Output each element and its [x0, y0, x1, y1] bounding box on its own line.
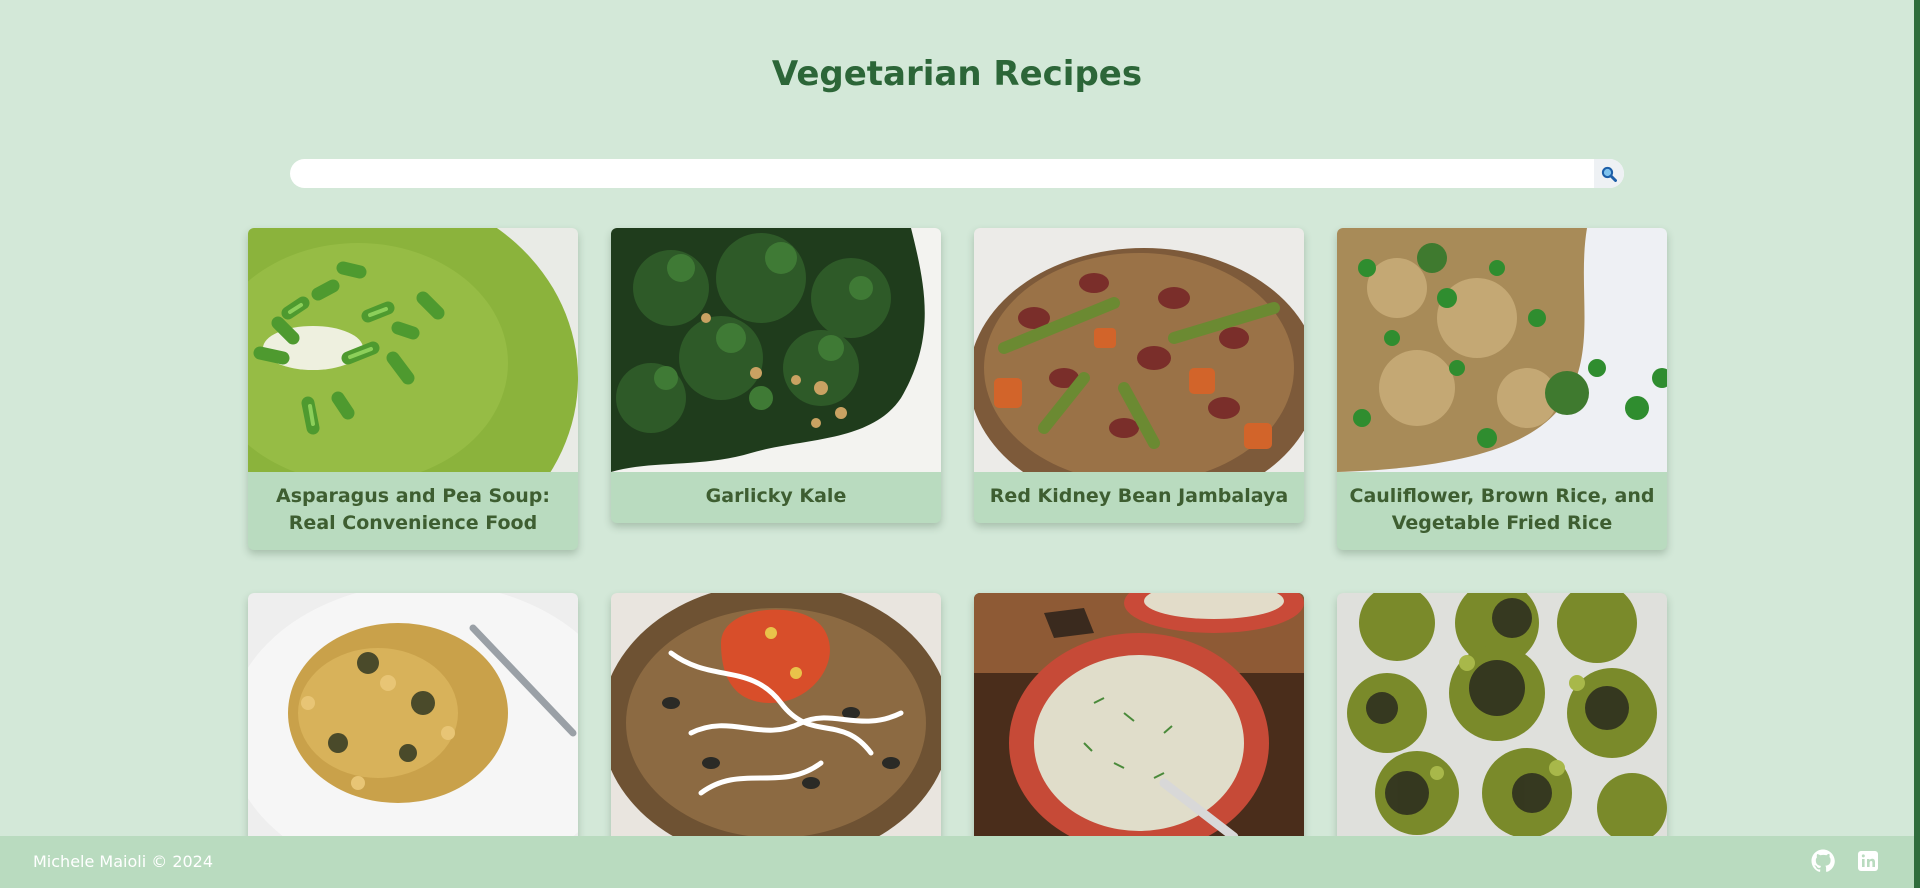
- search-button[interactable]: [1594, 159, 1624, 188]
- scrollbar[interactable]: [1914, 0, 1920, 888]
- recipe-image[interactable]: [248, 593, 578, 837]
- recipe-title[interactable]: Asparagus and Pea Soup: Real Convenience…: [248, 472, 578, 550]
- recipe-card[interactable]: Garlicky Kale: [611, 228, 941, 523]
- recipe-title[interactable]: Cauliflower, Brown Rice, and Vegetable F…: [1337, 472, 1667, 550]
- page-title: Vegetarian Recipes: [771, 54, 1143, 94]
- recipe-card[interactable]: Red Kidney Bean Jambalaya: [974, 228, 1304, 523]
- recipe-card[interactable]: [974, 593, 1304, 861]
- recipe-image[interactable]: [1337, 593, 1667, 837]
- recipe-image[interactable]: [974, 593, 1304, 837]
- search-icon: [1601, 166, 1617, 182]
- recipe-image[interactable]: [974, 228, 1304, 472]
- search-input[interactable]: [290, 159, 1590, 188]
- recipe-image[interactable]: [248, 228, 578, 472]
- recipe-image[interactable]: [611, 228, 941, 472]
- recipe-card[interactable]: Asparagus and Pea Soup: Real Convenience…: [248, 228, 578, 550]
- recipe-image[interactable]: [611, 593, 941, 837]
- recipe-card[interactable]: [248, 593, 578, 861]
- recipe-title[interactable]: Red Kidney Bean Jambalaya: [974, 472, 1304, 523]
- recipe-card[interactable]: Cauliflower, Brown Rice, and Vegetable F…: [1337, 228, 1667, 550]
- footer-copyright: Michele Maioli © 2024: [33, 852, 214, 871]
- recipe-image[interactable]: [1337, 228, 1667, 472]
- recipe-title[interactable]: Garlicky Kale: [611, 472, 941, 523]
- linkedin-icon[interactable]: [1856, 849, 1880, 873]
- recipe-card[interactable]: [611, 593, 941, 861]
- github-icon[interactable]: [1811, 849, 1835, 873]
- recipe-card[interactable]: [1337, 593, 1667, 861]
- footer: Michele Maioli © 2024: [0, 836, 1914, 888]
- search-bar: [290, 159, 1624, 188]
